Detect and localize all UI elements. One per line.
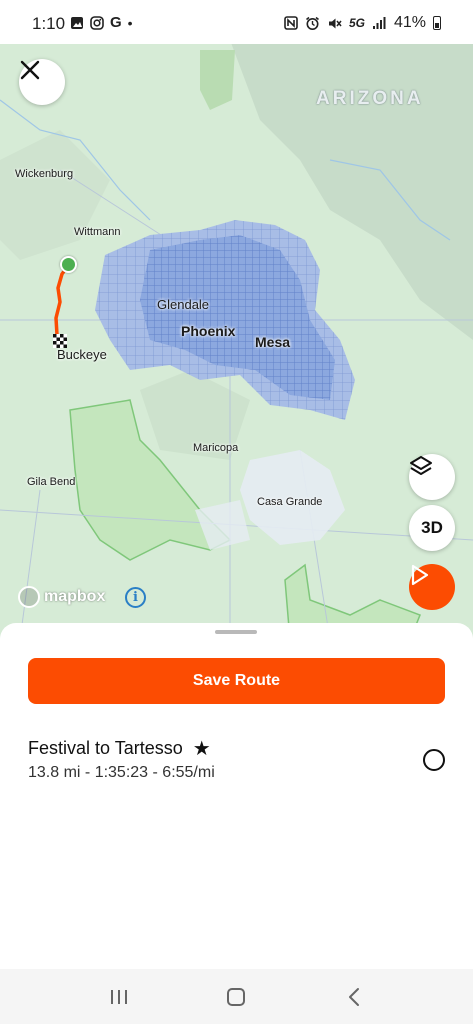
place-label-phoenix: Phoenix [181,323,236,339]
place-label-buckeye: Buckeye [57,347,107,362]
dot-icon: • [127,15,133,31]
system-icons: 5G 41% [284,14,441,32]
recents-button[interactable] [99,977,139,1017]
status-time: 1:10 [32,14,66,33]
mapbox-logo: mapbox [18,586,105,608]
status-bar: 1:10 G • 5G 41% [0,0,473,44]
place-label-gila-bend: Gila Bend [27,476,76,488]
home-icon [227,987,246,1006]
place-label-maricopa: Maricopa [193,442,239,454]
back-icon [349,987,360,1006]
system-nav-bar [0,969,473,1024]
battery-icon [433,16,441,30]
3d-view-button[interactable]: 3D [409,505,455,551]
signal-icon [372,17,386,29]
nfc-icon [284,16,298,30]
recents-icon [110,989,127,1004]
route-item[interactable]: Festival to Tartesso ★ [28,738,211,759]
home-button[interactable] [216,977,256,1017]
play-icon [411,564,429,586]
place-label-wickenburg: Wickenburg [15,168,74,180]
back-button[interactable] [334,977,374,1017]
image-icon [71,17,83,29]
notification-icons: G • [70,15,133,31]
map-canvas [0,40,473,640]
battery-percent: 41% [393,14,426,31]
route-title: Festival to Tartesso [28,738,183,758]
instagram-icon [90,16,104,30]
place-label-glendale: Glendale [157,297,210,312]
attribution-info-icon[interactable]: i [125,587,146,608]
map-view[interactable]: ARIZONA Wickenburg Wittmann Glendale Pho… [0,40,473,640]
alarm-icon [305,16,319,30]
finish-flag-icon [53,334,67,348]
sheet-grabber[interactable] [215,630,257,634]
place-label-mesa: Mesa [255,334,291,350]
star-icon: ★ [192,737,211,760]
close-button[interactable] [19,59,65,105]
save-route-button[interactable]: Save Route [28,658,445,704]
map-layers-button[interactable] [409,454,455,500]
mapbox-logo-icon [18,586,40,608]
layers-icon [410,456,432,475]
mute-icon [328,18,342,28]
state-label: ARIZONA [316,88,424,109]
mapbox-logo-text: mapbox [44,588,106,605]
place-label-wittmann: Wittmann [74,226,121,238]
start-marker-icon [60,256,77,273]
flyover-play-button[interactable] [409,564,455,610]
route-select-radio[interactable] [423,749,445,771]
network-label: 5G [348,16,365,30]
route-bottom-sheet: Save Route Festival to Tartesso ★ 13.8 m… [0,623,473,969]
route-stats: 13.8 mi - 1:35:23 - 6:55/mi [28,764,215,781]
close-icon [20,60,40,80]
place-label-casa-grande: Casa Grande [257,496,323,508]
google-icon: G [110,14,122,31]
